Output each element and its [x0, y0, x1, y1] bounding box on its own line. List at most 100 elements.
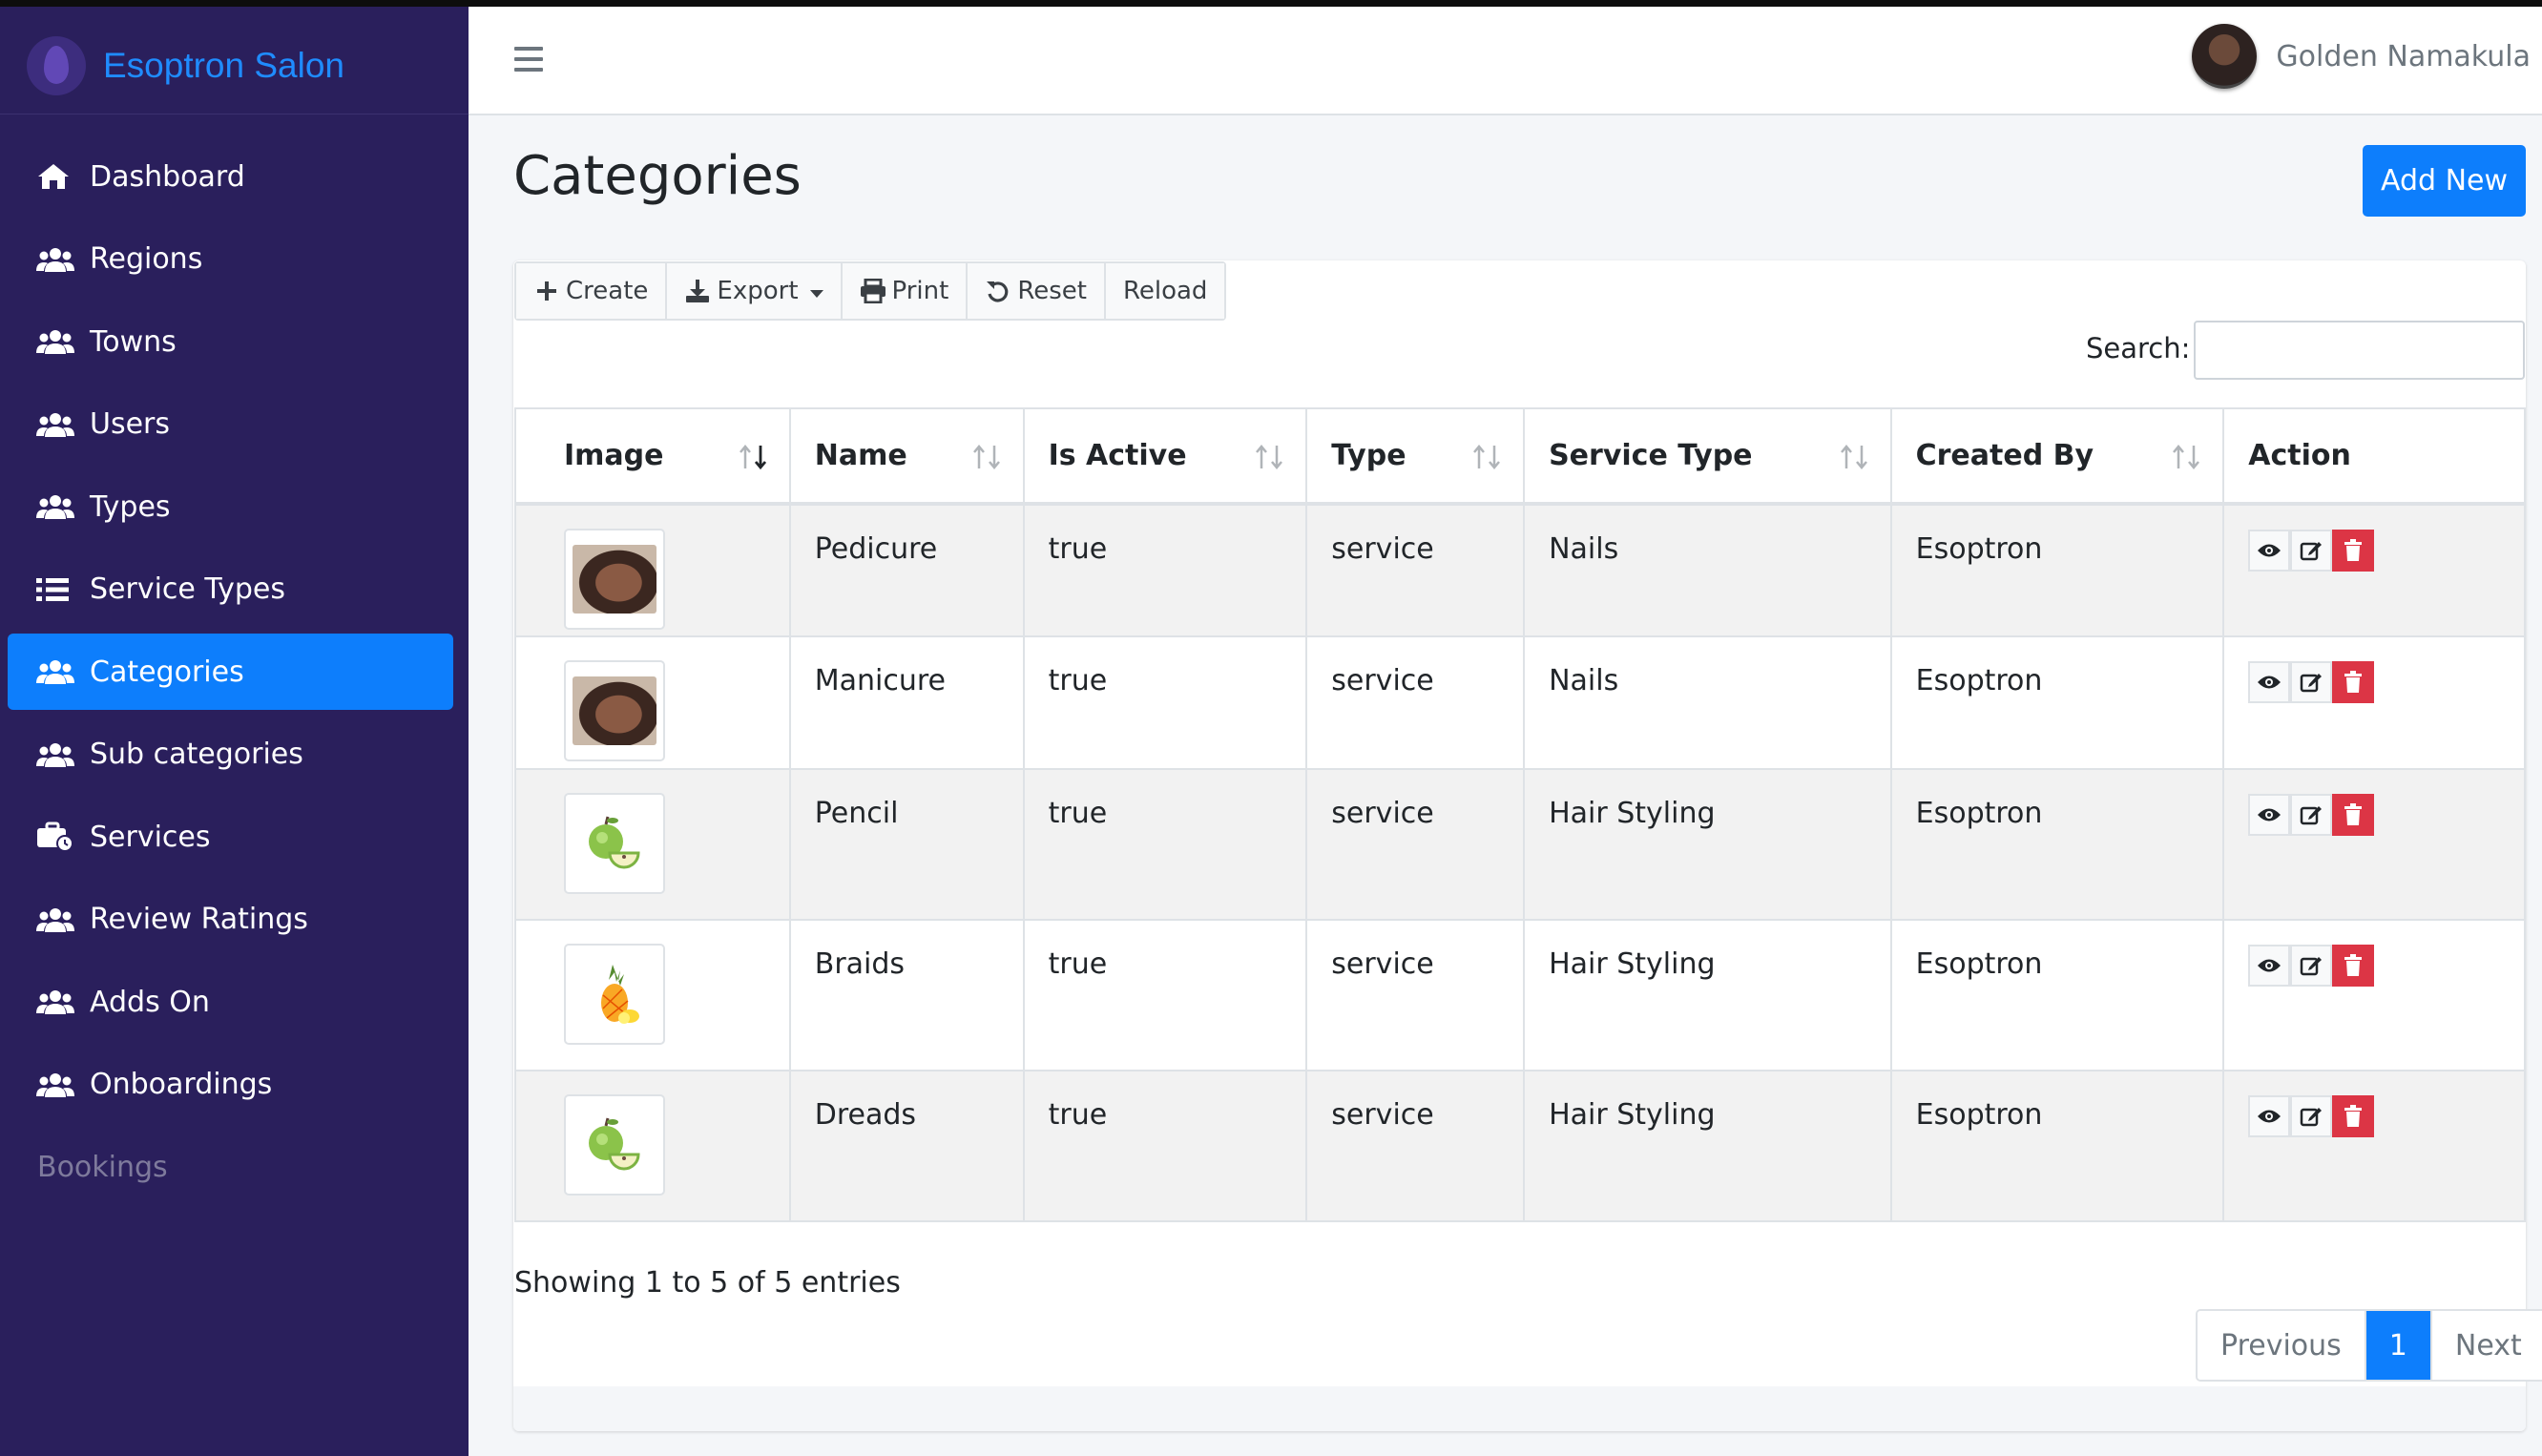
- name-cell: Pedicure: [788, 503, 1025, 637]
- column-header-service-type[interactable]: Service Type: [1523, 407, 1892, 506]
- reset-button[interactable]: Reset: [968, 263, 1106, 319]
- top-navbar: Golden Namakula: [469, 7, 2542, 115]
- reload-button[interactable]: Reload: [1105, 263, 1225, 319]
- is-active-cell: true: [1022, 768, 1308, 921]
- delete-icon[interactable]: [2332, 1095, 2375, 1137]
- table-row: Braids true service Hair Styling Esoptro…: [514, 919, 2526, 1071]
- home-icon: [36, 162, 74, 191]
- sidebar-item-regions[interactable]: Regions: [8, 221, 453, 298]
- table-info: Showing 1 to 5 of 5 entries: [514, 1266, 901, 1300]
- plus-icon: [533, 278, 560, 304]
- sidebar-item-onboardings[interactable]: Onboardings: [8, 1047, 453, 1123]
- sidebar-item-types[interactable]: Types: [8, 468, 453, 545]
- sidebar-item-categories[interactable]: Categories: [8, 634, 453, 710]
- action-cell: [2222, 768, 2526, 921]
- type-cell: service: [1305, 503, 1526, 637]
- export-button[interactable]: Export: [667, 263, 843, 319]
- sidebar-item-dashboard[interactable]: Dashboard: [8, 138, 453, 215]
- sidebar-item-services[interactable]: Services: [8, 799, 453, 875]
- brand[interactable]: Esoptron Salon: [27, 28, 344, 104]
- print-button[interactable]: Print: [842, 263, 969, 319]
- delete-icon[interactable]: [2332, 530, 2375, 572]
- print-label: Print: [891, 277, 949, 305]
- face-photo-thumbnail: [573, 676, 656, 745]
- category-image[interactable]: [564, 793, 665, 894]
- delete-icon[interactable]: [2332, 794, 2375, 836]
- previous-page-button[interactable]: Previous: [2198, 1311, 2366, 1380]
- created-by-cell: Esoptron: [1889, 635, 2225, 770]
- edit-icon[interactable]: [2290, 794, 2333, 836]
- export-label: Export: [717, 277, 799, 305]
- is-active-cell: true: [1022, 919, 1308, 1071]
- menu-toggle-icon[interactable]: [514, 47, 543, 73]
- category-image[interactable]: [564, 529, 665, 630]
- sidebar-item-label: Onboardings: [90, 1068, 273, 1101]
- users-icon: [36, 327, 74, 356]
- service-type-cell: Nails: [1523, 503, 1892, 637]
- sort-icon: [2171, 444, 2203, 470]
- edit-icon[interactable]: [2290, 1095, 2333, 1137]
- users-icon: [36, 988, 74, 1016]
- search-input[interactable]: [2194, 321, 2525, 380]
- sidebar-item-sub-categories[interactable]: Sub categories: [8, 717, 453, 793]
- image-cell: [514, 503, 791, 637]
- delete-icon[interactable]: [2332, 661, 2375, 703]
- category-image[interactable]: [564, 944, 665, 1045]
- card-footer-band: [513, 1386, 2526, 1431]
- type-cell: service: [1305, 768, 1526, 921]
- sort-icon: [1471, 444, 1504, 470]
- image-cell: [514, 1070, 791, 1222]
- image-cell: [514, 768, 791, 921]
- user-menu[interactable]: Golden Namakula: [2192, 24, 2531, 89]
- sidebar-section-bookings: Bookings: [37, 1150, 168, 1184]
- sidebar-item-review-ratings[interactable]: Review Ratings: [8, 882, 453, 958]
- sidebar-item-users[interactable]: Users: [8, 386, 453, 463]
- column-header-created-by[interactable]: Created By: [1889, 407, 2225, 506]
- edit-icon[interactable]: [2290, 945, 2333, 987]
- edit-icon[interactable]: [2290, 530, 2333, 572]
- column-header-action: Action: [2222, 407, 2526, 506]
- service-type-cell: Hair Styling: [1523, 768, 1892, 921]
- is-active-cell: true: [1022, 635, 1308, 770]
- sidebar: Esoptron Salon Dashboard Regions Towns U…: [0, 7, 469, 1456]
- green-apples-thumbnail: [589, 816, 640, 869]
- view-icon[interactable]: [2248, 945, 2291, 987]
- users-icon: [36, 410, 74, 439]
- view-icon[interactable]: [2248, 530, 2291, 572]
- table-row: Manicure true service Nails Esoptron: [514, 635, 2526, 770]
- column-header-type[interactable]: Type: [1305, 407, 1526, 506]
- edit-icon[interactable]: [2290, 661, 2333, 703]
- add-new-button[interactable]: Add New: [2363, 145, 2526, 217]
- view-icon[interactable]: [2248, 794, 2291, 836]
- sidebar-item-label: Sub categories: [90, 738, 303, 771]
- sidebar-item-service-types[interactable]: Service Types: [8, 551, 453, 628]
- delete-icon[interactable]: [2332, 945, 2375, 987]
- column-header-name[interactable]: Name: [788, 407, 1025, 506]
- column-header-is-active[interactable]: Is Active: [1022, 407, 1308, 506]
- sidebar-item-label: Towns: [90, 324, 177, 359]
- categories-table: Image Name Is Active Type Service Type C…: [514, 407, 2526, 1222]
- pineapple-thumbnail: [601, 965, 639, 1024]
- page-1-button[interactable]: 1: [2365, 1311, 2432, 1380]
- view-icon[interactable]: [2248, 661, 2291, 703]
- reload-label: Reload: [1122, 277, 1208, 305]
- user-name: Golden Namakula: [2276, 39, 2531, 73]
- sidebar-item-adds-on[interactable]: Adds On: [8, 964, 453, 1040]
- service-type-cell: Hair Styling: [1523, 919, 1892, 1071]
- sidebar-item-towns[interactable]: Towns: [8, 303, 453, 380]
- sort-icon: [1254, 444, 1286, 470]
- users-icon: [36, 245, 74, 274]
- view-icon[interactable]: [2248, 1095, 2291, 1137]
- users-icon: [36, 492, 74, 521]
- column-header-image[interactable]: Image: [514, 407, 791, 506]
- image-cell: [514, 635, 791, 770]
- list-icon: [36, 575, 74, 604]
- action-cell: [2222, 635, 2526, 770]
- is-active-cell: true: [1022, 1070, 1308, 1222]
- next-page-button[interactable]: Next: [2431, 1311, 2542, 1380]
- create-button[interactable]: Create: [516, 263, 668, 319]
- table-row: Pencil true service Hair Styling Esoptro…: [514, 768, 2526, 921]
- category-image[interactable]: [564, 660, 665, 761]
- category-image[interactable]: [564, 1094, 665, 1196]
- table-header-row: Image Name Is Active Type Service Type C…: [514, 407, 2526, 506]
